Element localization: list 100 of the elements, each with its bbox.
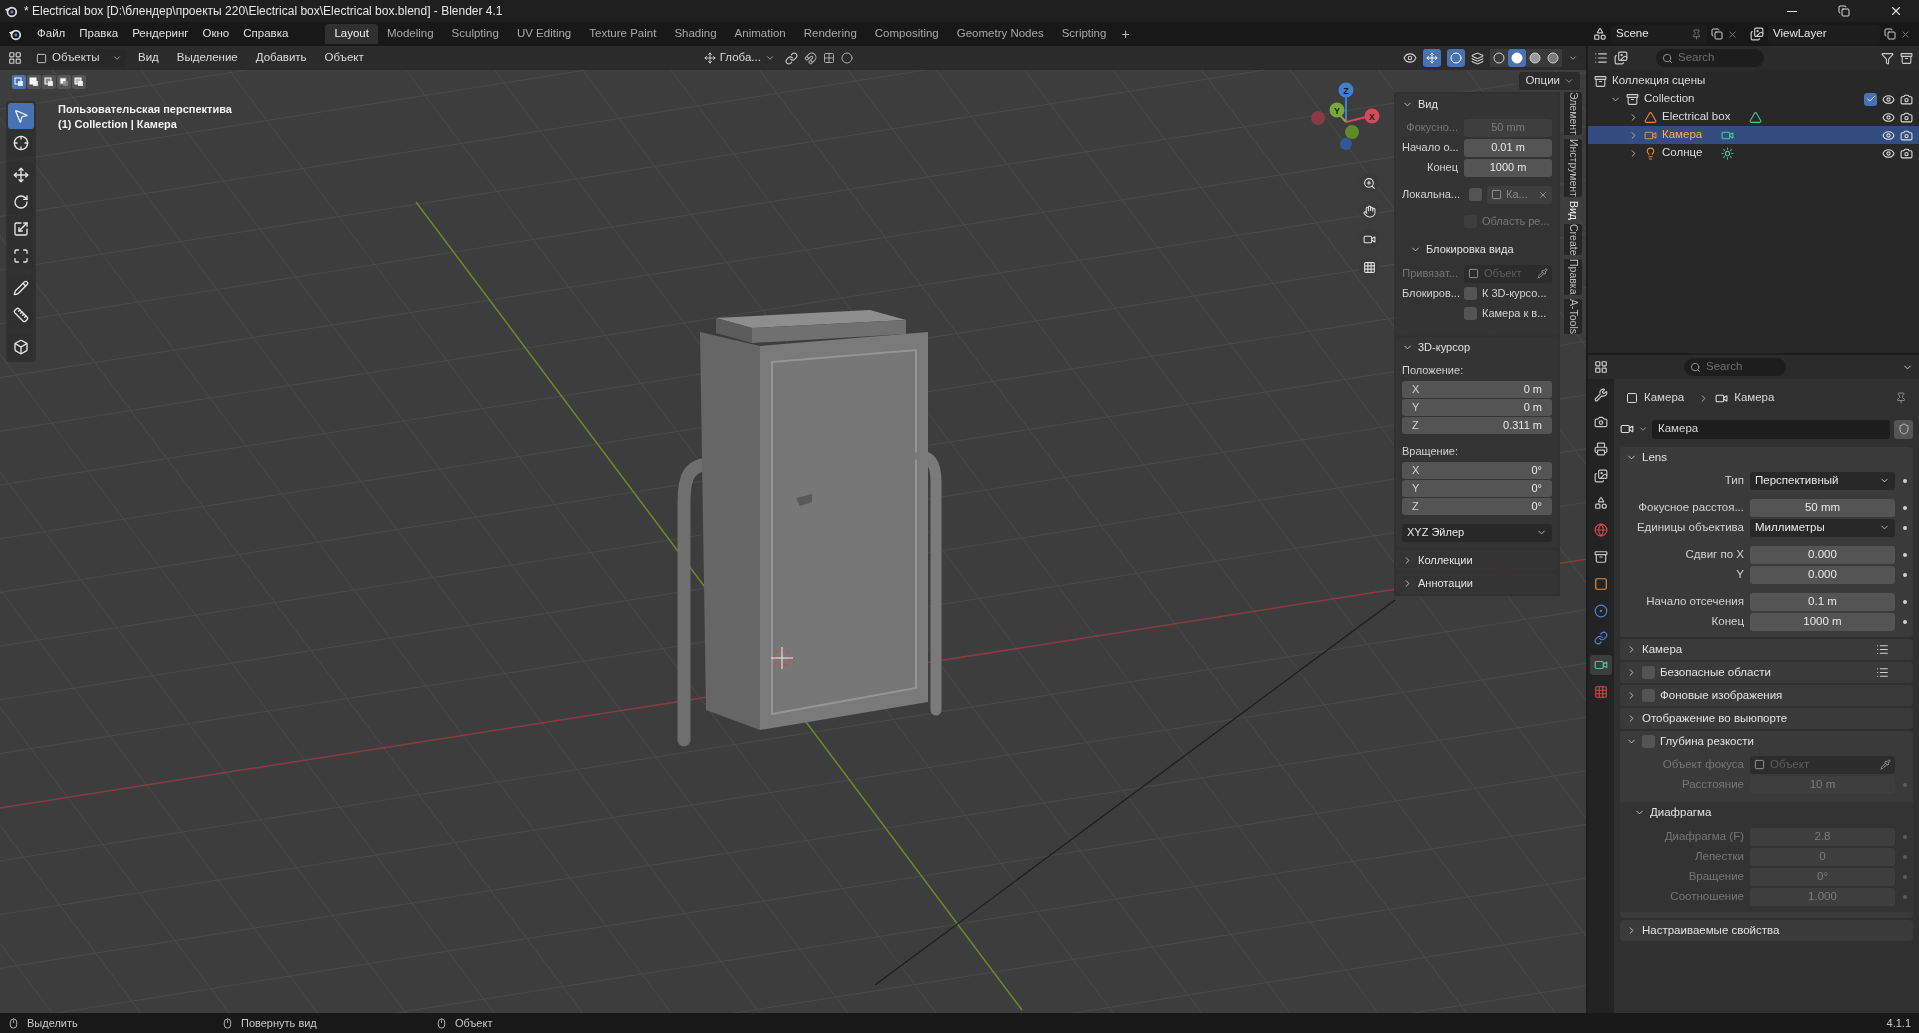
gizmo-toggle[interactable] (1423, 49, 1441, 67)
menu-item[interactable]: Справка (236, 25, 296, 43)
sidebar-tab[interactable]: Вид (1564, 200, 1582, 220)
datablock-name-field[interactable]: Камера (1652, 419, 1890, 439)
checkbox[interactable] (1642, 735, 1655, 748)
shading-button[interactable] (1526, 49, 1544, 67)
select-mode-button[interactable] (72, 75, 86, 89)
dropdown[interactable]: Перспективный (1750, 471, 1895, 490)
checkbox[interactable] (1464, 307, 1477, 320)
shading-button[interactable] (1490, 49, 1508, 67)
subpanel-header[interactable]: Диафрагма (1620, 802, 1913, 823)
axis-handle[interactable] (1311, 111, 1325, 125)
workspace-tab[interactable]: Geometry Nodes (947, 24, 1053, 44)
menu-item[interactable]: Файл (30, 25, 73, 43)
navigation-gizmo[interactable]: Z Y X (1310, 80, 1382, 152)
axis-handle[interactable] (1340, 138, 1352, 150)
sidebar-tab[interactable]: Элемент (1564, 92, 1582, 135)
panel-header[interactable]: Вид (1396, 94, 1558, 115)
axis-handle[interactable] (1364, 108, 1380, 124)
panel-header[interactable]: Lens (1620, 447, 1913, 468)
number-field[interactable]: 1000 m (1464, 158, 1552, 177)
mode-dropdown[interactable]: Объекты (32, 49, 126, 67)
camera-icon (1900, 92, 1913, 106)
menu-item[interactable]: Объект (318, 49, 370, 67)
outliner-row[interactable]: Collection (1588, 90, 1919, 108)
vector-field[interactable]: X 0° (1402, 462, 1552, 479)
panel-header[interactable]: 3D-курсор (1396, 337, 1558, 358)
workspace-tab[interactable]: Modeling (377, 24, 443, 44)
workspace-tab[interactable]: Rendering (794, 24, 866, 44)
workspace-tab[interactable]: Layout (325, 24, 378, 44)
menu-item[interactable]: Рендеринг (125, 25, 196, 43)
outliner-row[interactable]: Коллекция сцены (1588, 72, 1919, 90)
number-field[interactable]: 0.01 m (1464, 138, 1552, 157)
menu-item[interactable]: Правка (72, 25, 126, 43)
select-mode-button[interactable] (57, 75, 71, 89)
vector-field[interactable]: Y 0 m (1402, 399, 1552, 416)
panel-header[interactable]: Коллекции (1396, 550, 1558, 571)
checkbox[interactable] (1642, 666, 1655, 679)
number-field[interactable]: 0.1 m (1750, 592, 1895, 611)
workspace-tab[interactable]: Compositing (865, 24, 948, 44)
workspace-tab[interactable]: Animation (725, 24, 795, 44)
shading-button[interactable] (1544, 49, 1562, 67)
select-mode-button[interactable] (12, 75, 26, 89)
vector-field[interactable]: Y 0° (1402, 480, 1552, 497)
sidebar-tab[interactable]: Инструмент (1564, 138, 1582, 197)
number-field[interactable]: 1000 m (1750, 612, 1895, 631)
workspace-tab[interactable]: Texture Paint (580, 24, 666, 44)
field-label: Y (1735, 566, 1745, 582)
menu-item[interactable]: Добавить (249, 49, 313, 67)
panel-header[interactable]: Камера (1620, 639, 1913, 660)
workspace-tab[interactable]: UV Editing (507, 24, 581, 44)
outliner-row[interactable]: Камера (1588, 126, 1919, 144)
panel-header[interactable]: Безопасные области (1620, 662, 1913, 683)
panel-header[interactable]: Глубина резкости (1620, 731, 1913, 752)
checkbox[interactable] (1864, 92, 1877, 106)
dropdown[interactable]: XYZ Эйлер (1402, 523, 1552, 542)
number-field[interactable]: 0.000 (1750, 545, 1895, 564)
number-field[interactable]: 0.000 (1750, 565, 1895, 584)
checkbox[interactable] (1464, 287, 1477, 300)
menu-item[interactable]: Вид (132, 49, 165, 67)
outliner-row[interactable]: Солнце (1588, 144, 1919, 162)
shading-button[interactable] (1508, 49, 1526, 67)
workspace-tab[interactable]: Sculpting (442, 24, 508, 44)
checkbox[interactable] (1469, 188, 1482, 201)
menu-item[interactable]: Окно (195, 25, 237, 43)
add-workspace-button[interactable]: + (1115, 23, 1136, 45)
axis-handle[interactable] (1329, 102, 1345, 118)
checkbox[interactable] (1642, 689, 1655, 702)
menu-item[interactable]: Выделение (170, 49, 244, 67)
sidebar-tab[interactable]: A-Tools (1564, 298, 1582, 334)
view-layer-field[interactable]: ViewLayer (1768, 24, 1880, 44)
panel-header[interactable]: Настраиваемые свойства (1620, 920, 1913, 941)
panel-header[interactable]: Отображение во выюпорте (1620, 708, 1913, 729)
orientation-dropdown[interactable]: Глоба... (699, 49, 779, 67)
list-icon[interactable] (1876, 666, 1889, 679)
breadcrumb-item[interactable]: Камера (1734, 389, 1775, 407)
workspace-tab[interactable]: Scripting (1052, 24, 1116, 44)
vector-field[interactable]: X 0 m (1402, 381, 1552, 398)
dropdown[interactable]: Миллиметры (1750, 518, 1895, 537)
panel-header[interactable]: Аннотации (1396, 573, 1558, 594)
select-mode-button[interactable] (42, 75, 56, 89)
vector-field[interactable]: Z 0.311 m (1402, 417, 1552, 434)
number-field[interactable]: 50 mm (1750, 498, 1895, 517)
vector-field[interactable]: Z 0° (1402, 498, 1552, 515)
sidebar-tab[interactable]: Правка (1564, 259, 1582, 295)
overlay-toggle[interactable] (1447, 49, 1465, 67)
fake-user-button[interactable] (1894, 419, 1913, 439)
subpanel-header[interactable]: Блокировка вида (1396, 239, 1558, 260)
outliner-row[interactable]: Electrical box (1588, 108, 1919, 126)
panel-header[interactable]: Фоновые изображения (1620, 685, 1913, 706)
axis-handle[interactable] (1345, 125, 1359, 139)
workspace-tab[interactable]: Shading (665, 24, 726, 44)
breadcrumb-item[interactable]: Камера (1644, 389, 1685, 407)
properties-tab[interactable] (1590, 655, 1612, 675)
select-mode-button[interactable] (27, 75, 41, 89)
axis-handle[interactable] (1338, 82, 1354, 98)
options-dropdown[interactable]: Опции (1519, 72, 1580, 90)
sidebar-tab[interactable]: Create (1564, 223, 1582, 256)
scene-field[interactable]: Scene (1611, 24, 1707, 44)
list-icon[interactable] (1876, 643, 1889, 656)
